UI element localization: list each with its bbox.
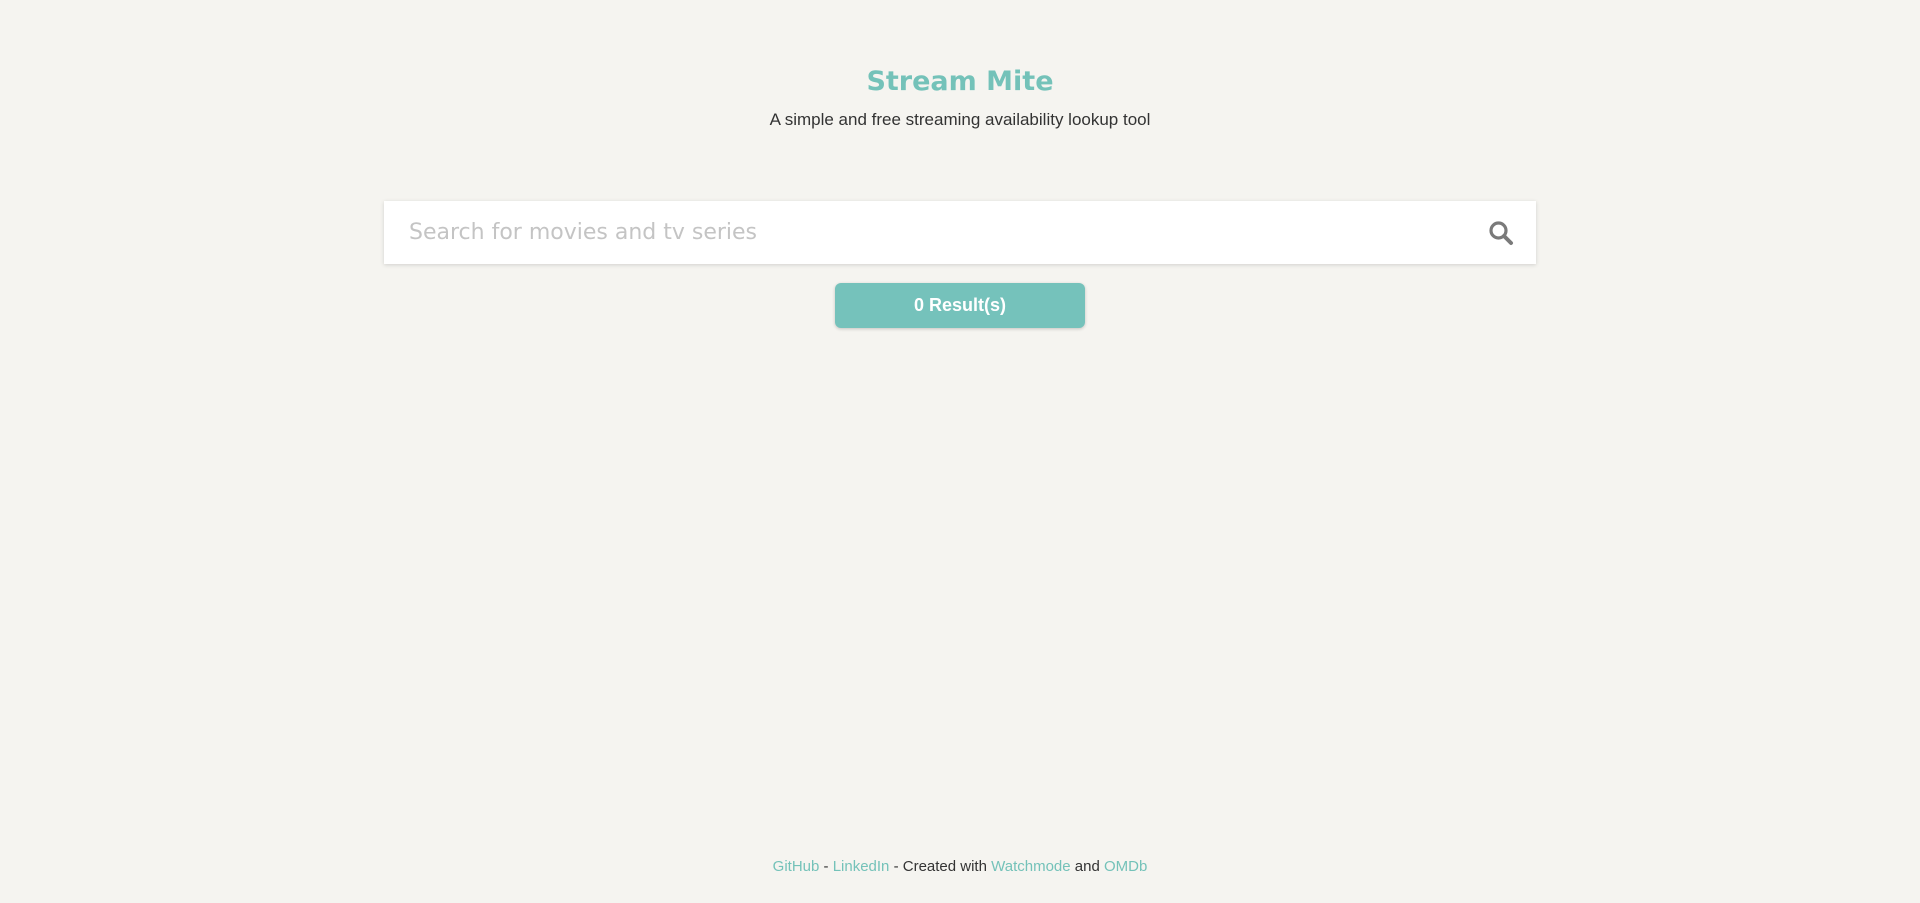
app-subtitle: A simple and free streaming availability… bbox=[769, 110, 1151, 129]
footer-created-with: - Created with bbox=[889, 858, 992, 875]
app-title: Stream Mite bbox=[866, 66, 1054, 97]
search-icon[interactable] bbox=[1486, 218, 1516, 248]
watchmode-link[interactable]: Watchmode bbox=[991, 858, 1070, 875]
linkedin-link[interactable]: LinkedIn bbox=[833, 858, 890, 875]
results-count-button[interactable]: 0 Result(s) bbox=[835, 283, 1085, 328]
search-input[interactable] bbox=[384, 201, 1486, 264]
footer: GitHub - LinkedIn - Created with Watchmo… bbox=[0, 858, 1920, 875]
header: Stream Mite A simple and free streaming … bbox=[0, 66, 1920, 130]
omdb-link[interactable]: OMDb bbox=[1104, 858, 1147, 875]
footer-separator: - bbox=[819, 858, 833, 875]
github-link[interactable]: GitHub bbox=[773, 858, 820, 875]
search-bar bbox=[384, 201, 1536, 264]
footer-and: and bbox=[1070, 858, 1104, 875]
page: Stream Mite A simple and free streaming … bbox=[0, 0, 1920, 903]
